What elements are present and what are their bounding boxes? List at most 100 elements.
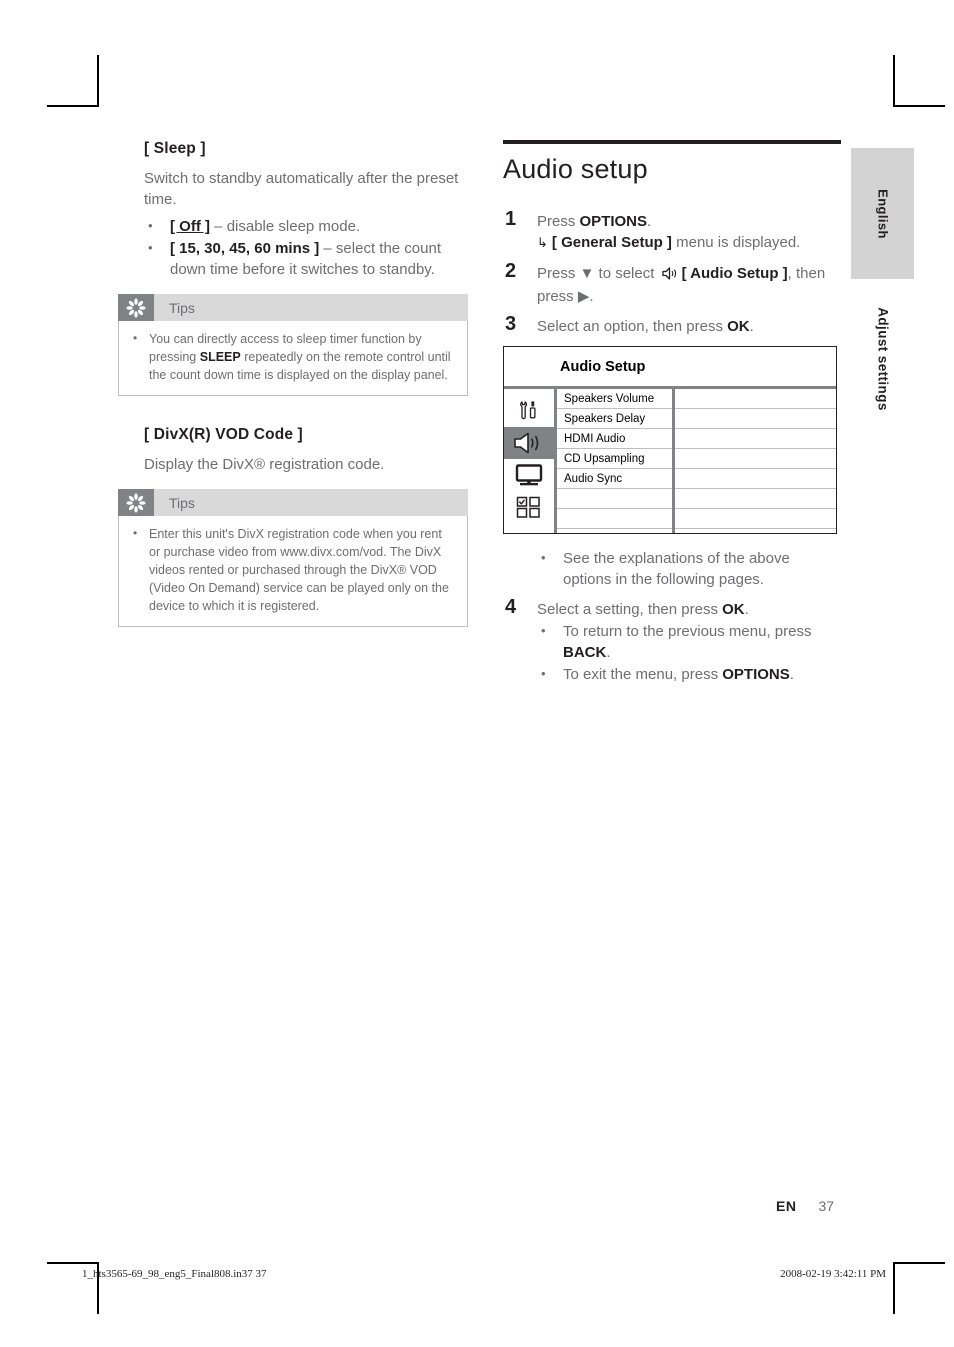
speaker-icon (661, 265, 679, 286)
speaker-icon[interactable] (504, 427, 554, 459)
table-cell-value[interactable] (675, 429, 836, 449)
tools-icon[interactable] (504, 395, 554, 427)
table-row[interactable]: CD Upsampling (557, 449, 672, 469)
language-tab: English (851, 148, 914, 279)
bullet-bold: OPTIONS (722, 666, 790, 683)
table-cell-value[interactable] (675, 449, 836, 469)
crop-mark-top-left (47, 55, 99, 107)
step-number: 2 (505, 260, 517, 282)
tips-header: Tips (118, 294, 468, 321)
crop-mark-top-right (893, 55, 945, 107)
bullet-pre: To return to the previous menu, press (563, 623, 812, 640)
step-text-pre: Select a setting, then press (537, 601, 723, 618)
table-cell-value (675, 529, 836, 549)
step-3: 3 Select an option, then press OK. (503, 313, 841, 337)
bullet-post: . (789, 666, 794, 683)
step-text: Press OPTIONS. (537, 211, 841, 232)
tips-body: You can directly access to sleep timer f… (118, 321, 468, 396)
step-text: Press ▼ to select [ Audio Setup ], then … (537, 263, 841, 307)
step-text-pre: Press (537, 213, 580, 230)
step-number: 1 (505, 208, 517, 230)
tips-label: Tips (154, 489, 468, 516)
bullet-post: . (606, 644, 611, 661)
osd-rows: Speakers Volume Speakers Delay HDMI Audi… (557, 389, 836, 533)
table-cell-value (675, 509, 836, 529)
tv-icon[interactable] (504, 459, 554, 491)
tips-asterisk-icon (118, 489, 154, 516)
left-column: [ Sleep ] Switch to standby automaticall… (118, 140, 468, 627)
step-text-post: . (744, 601, 749, 618)
preferences-grid-icon[interactable] (504, 491, 554, 523)
table-row (557, 529, 672, 549)
figure-note-list: See the explanations of the above option… (537, 547, 841, 590)
tips-asterisk-icon (118, 294, 154, 321)
table-cell-value[interactable] (675, 389, 836, 409)
step-text-bold: OK (722, 601, 745, 618)
step-4: 4 Select a setting, then press OK. To re… (503, 596, 841, 685)
print-file-stamp: 1_hts3565-69_98_eng5_Final808.in37 37 (82, 1268, 267, 1280)
sleep-option-term: [ 15, 30, 45, 60 mins ] (170, 240, 320, 257)
list-item: [ 15, 30, 45, 60 mins ] – select the cou… (144, 237, 468, 280)
table-cell-value (675, 489, 836, 509)
table-row[interactable]: Audio Sync (557, 469, 672, 489)
language-tab-label: English (875, 188, 890, 239)
osd-title: Audio Setup (504, 347, 836, 389)
step-text-bold: OPTIONS (579, 213, 648, 230)
audio-setup-osd-figure: Audio Setup Speakers Volume Speakers Del… (503, 346, 837, 534)
table-cell-value[interactable] (675, 409, 836, 429)
step-text: Select a setting, then press OK. (537, 599, 841, 620)
osd-icon-column (504, 389, 557, 533)
sleep-option-rest: – disable sleep mode. (210, 218, 361, 235)
step-1: 1 Press OPTIONS. ↳[ General Setup ] menu… (503, 208, 841, 254)
tips-list: Enter this unit's DivX registration code… (127, 524, 455, 615)
language-code: EN (776, 1198, 797, 1214)
bullet-pre: To exit the menu, press (563, 666, 723, 683)
sleep-options-list: [ Off ] – disable sleep mode. [ 15, 30, … (144, 215, 468, 280)
page-footer-number: EN 37 (776, 1198, 834, 1214)
page-title: Audio setup (503, 154, 648, 184)
list-item: [ Off ] – disable sleep mode. (144, 215, 468, 237)
step-text-bold: [ Audio Setup ] (681, 265, 788, 282)
osd-label-column: Speakers Volume Speakers Delay HDMI Audi… (557, 389, 675, 533)
osd-body: Speakers Volume Speakers Delay HDMI Audi… (504, 389, 836, 533)
list-item: See the explanations of the above option… (537, 547, 841, 590)
step-text-post: . (647, 213, 652, 230)
sleep-heading: [ Sleep ] (144, 140, 206, 157)
tips-box-divx: Tips Enter this unit's DivX registration… (118, 489, 468, 627)
table-row[interactable]: HDMI Audio (557, 429, 672, 449)
tips-box-sleep: Tips You can directly access to sleep ti… (118, 294, 468, 396)
tips-list: You can directly access to sleep timer f… (127, 329, 455, 384)
table-row[interactable]: Speakers Volume (557, 389, 672, 409)
table-cell-value[interactable] (675, 469, 836, 489)
step-text-pre: Select an option, then press (537, 318, 728, 335)
section-tab-label: Adjust settings (875, 306, 890, 411)
table-row (557, 509, 672, 529)
step-text: Select an option, then press OK. (537, 316, 841, 337)
crop-mark-bottom-right (893, 1262, 945, 1314)
tips-body: Enter this unit's DivX registration code… (118, 516, 468, 627)
list-item: You can directly access to sleep timer f… (127, 329, 455, 384)
divx-description: Display the DivX® registration code. (144, 456, 385, 473)
list-item: To return to the previous menu, press BA… (537, 620, 841, 663)
osd-value-column (675, 389, 836, 533)
step-4-bullets: To return to the previous menu, press BA… (537, 620, 841, 685)
step-text-bold: OK (727, 318, 750, 335)
list-item: Enter this unit's DivX registration code… (127, 524, 455, 615)
step-text-post: . (749, 318, 754, 335)
right-column: Audio setup 1 Press OPTIONS. ↳[ General … (503, 140, 841, 694)
result-bold: [ General Setup ] (551, 234, 672, 251)
step-1-result: ↳[ General Setup ] menu is displayed. (537, 232, 841, 254)
result-arrow-icon: ↳ (537, 235, 548, 250)
list-item: To exit the menu, press OPTIONS. (537, 663, 841, 685)
tips-text-bold: SLEEP (199, 350, 241, 364)
tips-header: Tips (118, 489, 468, 516)
table-row[interactable]: Speakers Delay (557, 409, 672, 429)
document-page: English Adjust settings [ Sleep ] Switch… (0, 0, 954, 1347)
print-time-stamp: 2008-02-19 3:42:11 PM (780, 1268, 886, 1280)
section-tab: Adjust settings (851, 296, 914, 421)
step-text-pre: Press ▼ to select (537, 265, 659, 282)
title-rule (503, 140, 841, 144)
bullet-bold: BACK (563, 644, 607, 661)
sleep-option-term: [ Off ] (170, 218, 211, 235)
sleep-description: Switch to standby automatically after th… (144, 170, 459, 208)
